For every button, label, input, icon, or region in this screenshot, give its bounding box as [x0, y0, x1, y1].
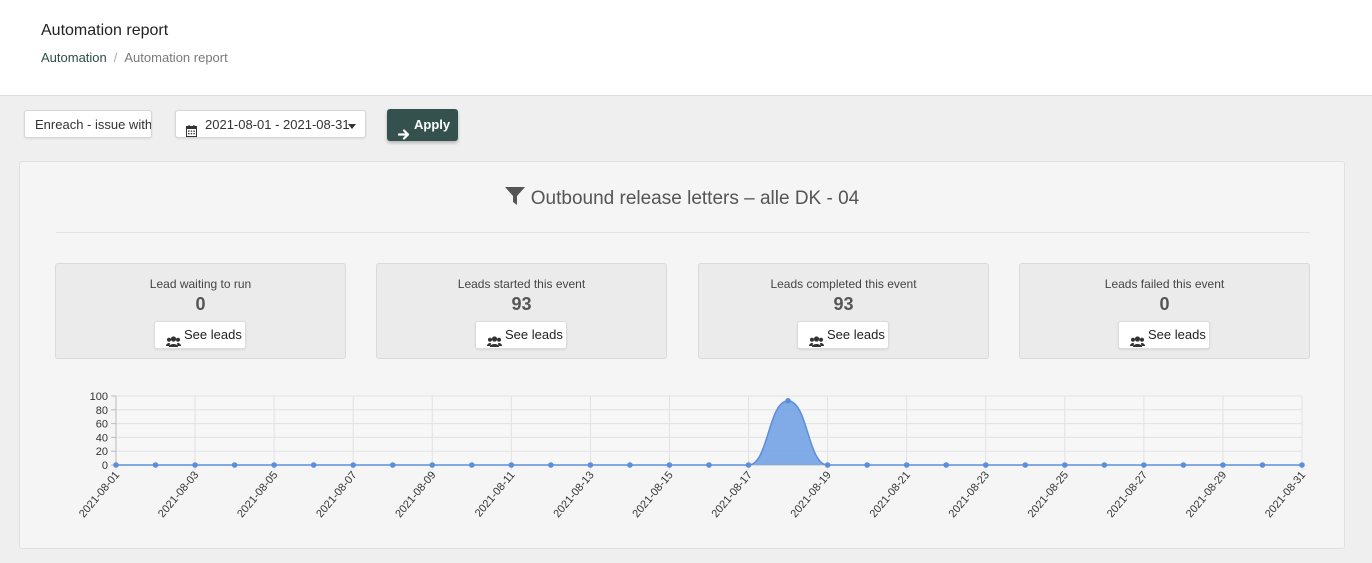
- data-point: [666, 462, 673, 468]
- y-tick-label: 60: [96, 419, 108, 431]
- data-point: [943, 462, 949, 468]
- data-point: [1180, 462, 1187, 468]
- calendar-icon: [186, 119, 197, 147]
- data-point: [1141, 462, 1147, 468]
- data-point: [548, 462, 554, 468]
- leads-area-chart: 0 20 4060 80 100 2021-08-01 2021-08-03 2021-08-…: [77, 391, 1308, 520]
- x-tick-label: 2021-08-13: [551, 469, 596, 520]
- x-tick-label: 2021-08-23: [947, 469, 992, 520]
- data-point: [627, 462, 633, 468]
- y-tick-label: 20: [96, 446, 108, 458]
- apply-button[interactable]: Apply: [387, 109, 458, 141]
- breadcrumb-separator: /: [113, 50, 118, 65]
- automation-select[interactable]: Enreach - issue with: [24, 110, 152, 138]
- data-point: [152, 462, 159, 468]
- report-panel: Outbound release letters – alle DK - 04 …: [19, 161, 1345, 549]
- x-tick-label: 2021-08-27: [1105, 469, 1150, 520]
- data-point: [824, 462, 831, 468]
- breadcrumb-automation-link[interactable]: Automation: [41, 50, 107, 65]
- x-tick-label: 2021-08-21: [868, 469, 913, 520]
- data-point: [903, 462, 910, 468]
- data-point: [113, 462, 119, 468]
- x-tick-label: 2021-08-25: [1026, 469, 1071, 520]
- arrow-right-icon: [397, 120, 410, 152]
- data-point: [1062, 462, 1068, 468]
- x-tick-label: 2021-08-19: [789, 469, 834, 520]
- data-point: [745, 462, 752, 468]
- data-point: [1220, 462, 1226, 468]
- data-point: [429, 462, 436, 468]
- data-point: [469, 462, 475, 468]
- x-tick-label: 2021-08-31: [1263, 469, 1308, 520]
- data-point: [310, 462, 317, 468]
- plot-area: [116, 396, 1302, 465]
- x-tick-label: 2021-08-11: [473, 469, 518, 519]
- date-range-value: 2021-08-01 - 2021-08-31: [205, 117, 350, 132]
- apply-label: Apply: [414, 117, 451, 132]
- data-point: [271, 462, 277, 468]
- data-point: [508, 462, 515, 468]
- breadcrumb: Automation / Automation report: [41, 50, 228, 65]
- x-tick-label: 2021-08-29: [1184, 469, 1229, 520]
- y-tick-label: 80: [96, 405, 108, 417]
- x-tick-label: 2021-08-03: [156, 469, 201, 520]
- x-tick-label: 2021-08-09: [393, 469, 438, 520]
- data-point: [785, 398, 791, 404]
- data-point: [192, 462, 198, 468]
- data-point: [1259, 462, 1266, 468]
- x-tick-label: 2021-08-05: [235, 469, 280, 520]
- y-tick-label: 0: [102, 460, 108, 472]
- data-point: [350, 462, 357, 468]
- data-point: [231, 462, 238, 468]
- y-tick-label: 40: [96, 432, 108, 444]
- data-point: [389, 462, 396, 468]
- page-header: Automation report Automation / Automation …: [0, 0, 1372, 96]
- breadcrumb-current: Automation report: [124, 50, 228, 65]
- x-tick-label: 2021-08-17: [709, 469, 754, 520]
- x-tick-label: 2021-08-15: [630, 469, 675, 520]
- data-point: [982, 462, 989, 468]
- data-point: [1299, 462, 1305, 468]
- data-point: [864, 462, 870, 468]
- page-title: Automation report: [41, 22, 169, 39]
- x-tick-label: 2021-08-01: [77, 469, 122, 520]
- data-point: [1022, 462, 1029, 468]
- data-point: [1101, 462, 1108, 468]
- date-range-picker[interactable]: 2021-08-01 - 2021-08-31: [175, 110, 366, 138]
- data-point: [587, 462, 594, 468]
- y-tick-label: 100: [90, 391, 108, 403]
- chevron-down-icon: [348, 124, 356, 129]
- x-tick-label: 2021-08-07: [314, 469, 359, 520]
- data-point: [706, 462, 712, 468]
